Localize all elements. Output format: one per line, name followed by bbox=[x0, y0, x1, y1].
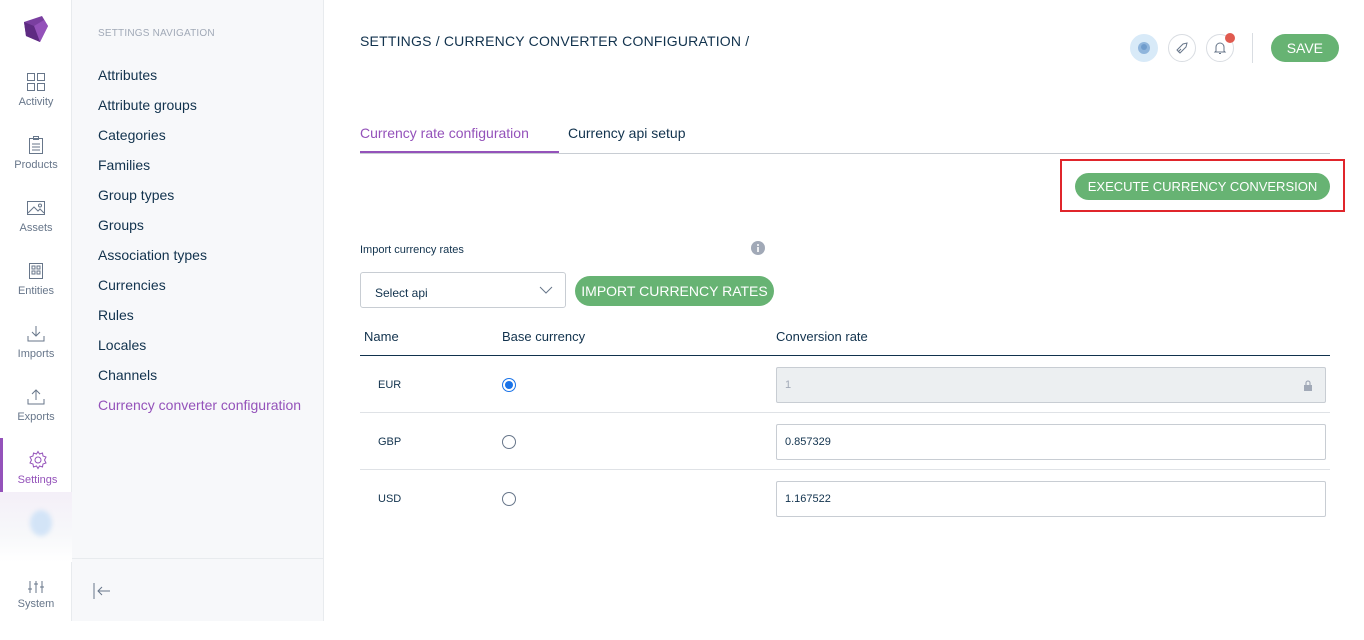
tabs: Currency rate configuration Currency api… bbox=[360, 116, 1330, 154]
api-select-value: Select api bbox=[375, 286, 428, 300]
menu-item-products[interactable]: Products bbox=[0, 135, 72, 195]
nav-link-attributes[interactable]: Attributes bbox=[98, 66, 301, 96]
import-icon bbox=[27, 326, 45, 342]
menu-label: Exports bbox=[17, 411, 55, 423]
nav-link-rules[interactable]: Rules bbox=[98, 306, 301, 336]
menu-item-system[interactable]: System bbox=[0, 580, 72, 640]
currency-code: USD bbox=[378, 493, 402, 505]
lock-icon bbox=[1304, 380, 1312, 391]
clipboard-icon bbox=[29, 136, 43, 154]
notification-badge bbox=[1224, 33, 1235, 43]
conversion-rate-input[interactable] bbox=[776, 481, 1326, 517]
conversion-rate-input[interactable] bbox=[776, 424, 1326, 460]
menu-item-activity[interactable]: Activity bbox=[0, 72, 72, 132]
currency-code: EUR bbox=[378, 379, 402, 391]
save-button[interactable]: SAVE bbox=[1270, 34, 1339, 62]
nav-link-groups[interactable]: Groups bbox=[98, 216, 301, 246]
table-row: GBP bbox=[360, 413, 1330, 470]
nav-link-attribute-groups[interactable]: Attribute groups bbox=[98, 96, 301, 126]
menu-label: System bbox=[17, 598, 55, 610]
collapse-panel-icon[interactable] bbox=[92, 581, 112, 601]
import-currency-rates-label: Import currency rates bbox=[360, 244, 464, 256]
table-row: EUR bbox=[360, 356, 1330, 413]
header-divider bbox=[1251, 33, 1253, 63]
menu-label: Assets bbox=[19, 222, 53, 234]
gear-icon bbox=[28, 450, 47, 470]
column-header-conversion-rate: Conversion rate bbox=[776, 329, 868, 344]
menu-label: Imports bbox=[17, 348, 55, 360]
rocket-icon bbox=[1175, 42, 1188, 54]
menu-item-imports[interactable]: Imports bbox=[0, 324, 72, 384]
grid-icon bbox=[27, 73, 45, 91]
base-currency-radio[interactable] bbox=[502, 378, 516, 392]
nav-link-group-types[interactable]: Group types bbox=[98, 186, 301, 216]
menu-item-entities[interactable]: Entities bbox=[0, 261, 72, 321]
menu-item-assets[interactable]: Assets bbox=[0, 198, 72, 258]
tab-currency-rate-configuration[interactable]: Currency rate configuration bbox=[360, 125, 559, 153]
tab-currency-api-setup[interactable]: Currency api setup bbox=[568, 125, 686, 141]
breadcrumb: SETTINGS / CURRENCY CONVERTER CONFIGURAT… bbox=[360, 33, 750, 49]
table-row: USD bbox=[360, 470, 1330, 527]
menu-label: Entities bbox=[17, 285, 55, 297]
grid-header: Name Base currency Conversion rate bbox=[360, 318, 1330, 356]
menu-placeholder bbox=[0, 492, 72, 562]
currency-grid: Name Base currency Conversion rate EUR G… bbox=[360, 318, 1330, 527]
nav-list: Attributes Attribute groups Categories F… bbox=[98, 66, 301, 426]
nav-link-association-types[interactable]: Association types bbox=[98, 246, 301, 276]
user-avatar[interactable] bbox=[1129, 34, 1158, 62]
bell-icon bbox=[1213, 42, 1226, 54]
menu-item-settings[interactable]: Settings bbox=[0, 438, 72, 492]
sliders-icon bbox=[28, 581, 44, 593]
conversion-rate-input bbox=[776, 367, 1326, 403]
help-button[interactable] bbox=[1167, 34, 1196, 62]
info-icon[interactable] bbox=[751, 241, 765, 255]
notifications-button[interactable] bbox=[1205, 33, 1235, 62]
nav-link-families[interactable]: Families bbox=[98, 156, 301, 186]
api-select[interactable]: Select api bbox=[360, 272, 566, 308]
image-icon bbox=[27, 201, 45, 215]
nav-link-locales[interactable]: Locales bbox=[98, 336, 301, 366]
akeneo-logo-icon[interactable] bbox=[20, 12, 52, 44]
avatar-icon bbox=[1137, 42, 1150, 54]
nav-title: SETTINGS NAVIGATION bbox=[98, 28, 215, 39]
nav-link-currencies[interactable]: Currencies bbox=[98, 276, 301, 306]
column-header-name: Name bbox=[364, 329, 399, 344]
nav-link-channels[interactable]: Channels bbox=[98, 366, 301, 396]
menu-label: Products bbox=[14, 159, 58, 171]
export-icon bbox=[27, 389, 45, 405]
menu-label: Activity bbox=[18, 96, 54, 108]
column-header-base-currency: Base currency bbox=[502, 329, 586, 344]
nav-footer bbox=[72, 558, 323, 621]
main-content: SETTINGS / CURRENCY CONVERTER CONFIGURAT… bbox=[324, 0, 1364, 621]
import-currency-rates-button[interactable]: IMPORT CURRENCY RATES bbox=[575, 276, 774, 306]
header-actions: SAVE bbox=[1120, 33, 1339, 63]
base-currency-radio[interactable] bbox=[502, 435, 516, 449]
base-currency-radio[interactable] bbox=[502, 492, 516, 506]
chevron-down-icon bbox=[539, 286, 553, 294]
nav-link-currency-converter-configuration[interactable]: Currency converter configuration bbox=[98, 396, 301, 426]
entities-icon bbox=[29, 263, 43, 279]
currency-code: GBP bbox=[378, 436, 402, 448]
settings-navigation: SETTINGS NAVIGATION Attributes Attribute… bbox=[72, 0, 324, 621]
execute-currency-conversion-button[interactable]: EXECUTE CURRENCY CONVERSION bbox=[1075, 173, 1330, 200]
menu-label: Settings bbox=[17, 474, 58, 486]
nav-link-categories[interactable]: Categories bbox=[98, 126, 301, 156]
main-menu: Activity Products Assets Entities Import… bbox=[0, 0, 72, 621]
